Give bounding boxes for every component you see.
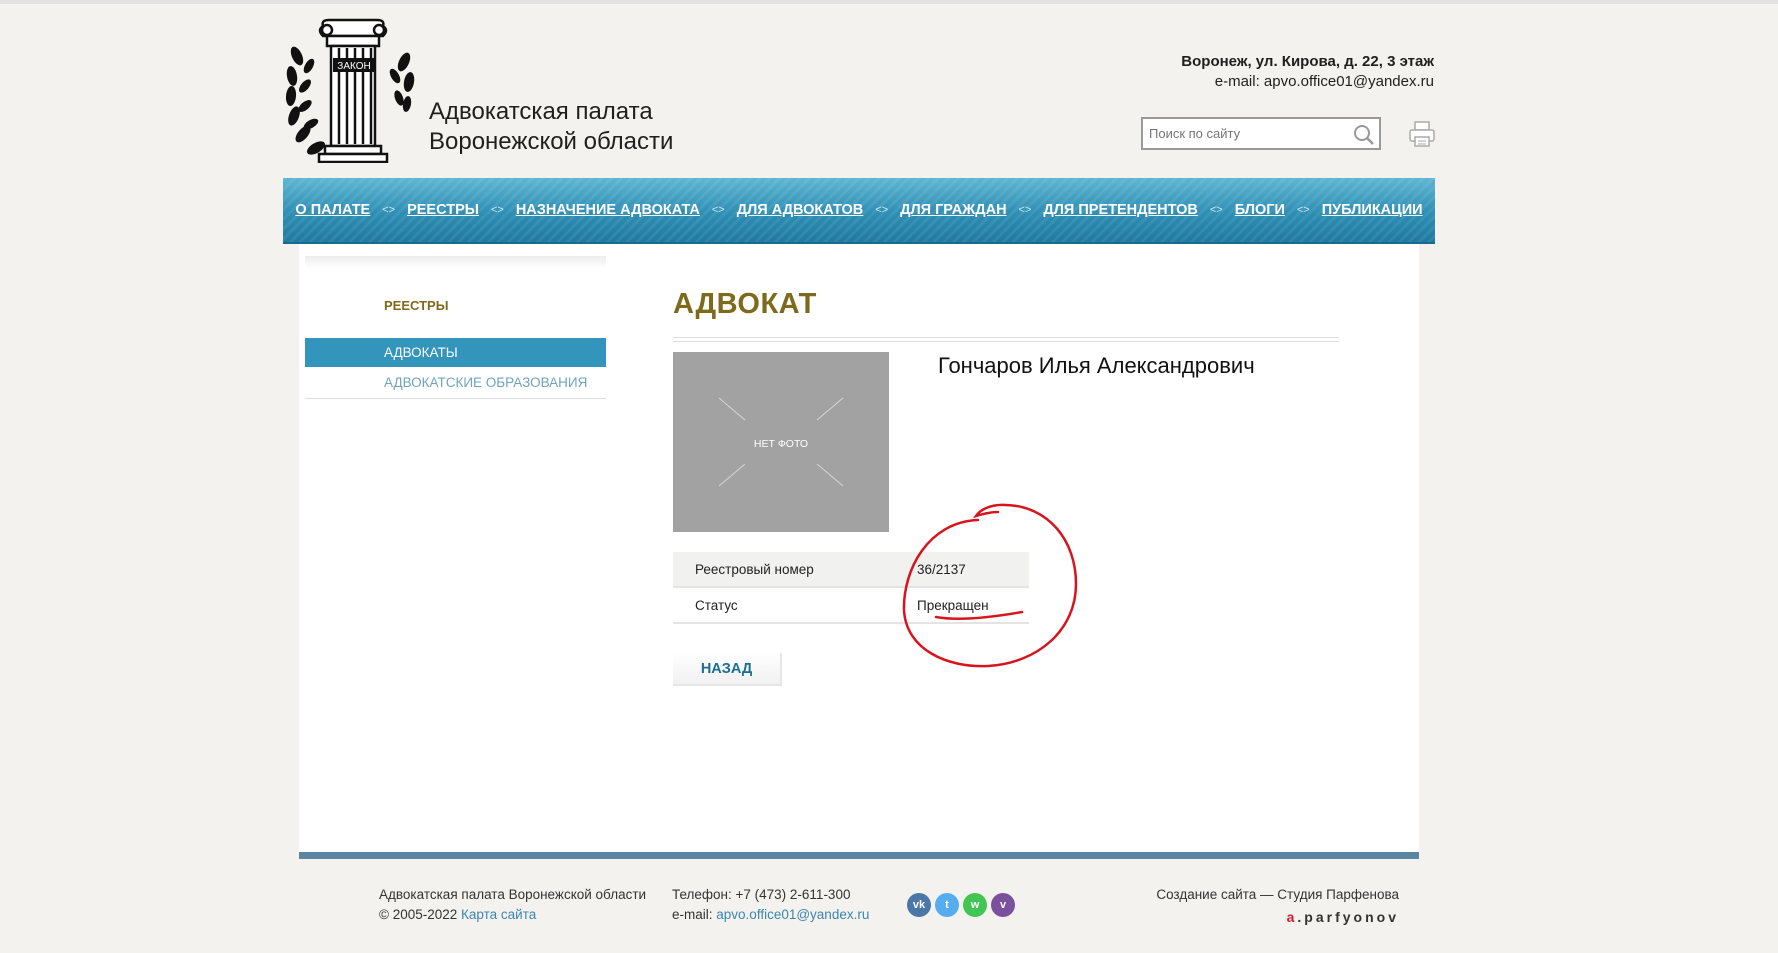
nav-item-about[interactable]: О ПАЛАТЕ (295, 202, 370, 218)
contact-block: Воронеж, ул. Кирова, д. 22, 3 этаж e-mai… (1181, 52, 1434, 92)
header-email: e-mail: apvo.office01@yandex.ru (1214, 73, 1434, 90)
footer-email-line: e-mail: apvo.office01@yandex.ru (672, 905, 869, 925)
nav-separator: <> (875, 204, 889, 216)
top-divider (0, 0, 1778, 4)
status-label: Статус (673, 587, 917, 624)
status-value: Прекращен (917, 587, 1029, 624)
nav-separator: <> (711, 204, 725, 216)
site-credit[interactable]: Создание сайта — Студия Парфенова (1156, 885, 1399, 905)
sidebar-item-law-firms[interactable]: АДВОКАТСКИЕ ОБРАЗОВАНИЯ (384, 375, 587, 390)
footer-org-block: Адвокатская палата Воронежской области ©… (379, 885, 646, 925)
main-nav: О ПАЛАТЕ <> РЕЕСТРЫ <> НАЗНАЧЕНИЕ АДВОКА… (283, 178, 1435, 244)
studio-brand-logo[interactable]: a.parfyonov (1156, 907, 1399, 927)
no-photo-placeholder: НЕТ ФОТО (673, 352, 889, 532)
search-icon[interactable] (1353, 124, 1375, 146)
back-button[interactable]: НАЗАД (673, 653, 782, 686)
footer-copyright-line: © 2005-2022 Карта сайта (379, 905, 646, 925)
nav-item-appoint-lawyer[interactable]: НАЗНАЧЕНИЕ АДВОКАТА (516, 202, 700, 218)
nav-item-for-lawyers[interactable]: ДЛЯ АДВОКАТОВ (737, 202, 864, 218)
lawyer-name: Гончаров Илья Александрович (938, 353, 1255, 378)
registry-number-label: Реестровый номер (673, 552, 917, 588)
lawyer-info-table: Реестровый номер 36/2137 Статус Прекраще… (673, 552, 1029, 624)
print-icon[interactable] (1408, 120, 1436, 148)
social-links: vk t w v (907, 893, 1015, 917)
nav-item-for-citizens[interactable]: ДЛЯ ГРАЖДАН (900, 202, 1006, 218)
whatsapp-icon[interactable]: w (963, 893, 987, 917)
no-photo-label: НЕТ ФОТО (753, 438, 809, 450)
address-text: Воронеж, ул. Кирова, д. 22, 3 этаж (1181, 53, 1434, 70)
search-input[interactable] (1143, 119, 1349, 148)
footer-divider (299, 852, 1419, 859)
title-divider (673, 337, 1339, 342)
footer-phone: Телефон: +7 (473) 2-611-300 (672, 887, 851, 902)
logo-banner-text: ЗАКОН (337, 61, 370, 72)
footer-org-name: Адвокатская палата Воронежской области (379, 887, 647, 902)
footer: Адвокатская палата Воронежской области ©… (299, 859, 1419, 953)
brand-letter: a (1286, 909, 1298, 925)
brand-name: .parfyonov (1297, 909, 1399, 925)
footer-contact-block: Телефон: +7 (473) 2-611-300 e-mail: apvo… (672, 885, 869, 925)
nav-separator: <> (1018, 204, 1032, 216)
nav-item-registries[interactable]: РЕЕСТРЫ (407, 202, 479, 218)
site-name-line2: Воронежской области (429, 128, 674, 155)
footer-credit-block: Создание сайта — Студия Парфенова a.parf… (1156, 885, 1399, 927)
nav-item-blogs[interactable]: БЛОГИ (1235, 202, 1285, 218)
site-name[interactable]: Адвокатская палата Воронежской области (429, 97, 673, 157)
nav-item-for-applicants[interactable]: ДЛЯ ПРЕТЕНДЕНТОВ (1043, 202, 1197, 218)
sidebar-divider (305, 398, 606, 399)
nav-separator: <> (1209, 204, 1223, 216)
table-row: Статус Прекращен (673, 587, 1029, 624)
nav-separator: <> (382, 204, 396, 216)
footer-email-link[interactable]: apvo.office01@yandex.ru (716, 907, 869, 922)
sidebar-shade (305, 256, 606, 268)
registry-number-value: 36/2137 (917, 552, 1029, 588)
search-box (1141, 117, 1381, 150)
twitter-icon[interactable]: t (935, 893, 959, 917)
nav-separator: <> (490, 204, 504, 216)
sitemap-link[interactable]: Карта сайта (461, 907, 536, 922)
page-title: АДВОКАТ (673, 288, 817, 320)
sidebar-item-lawyers[interactable]: АДВОКАТЫ (305, 338, 606, 367)
sidebar-title[interactable]: РЕЕСТРЫ (384, 298, 448, 313)
table-row: Реестровый номер 36/2137 (673, 552, 1029, 588)
sidebar: РЕЕСТРЫ АДВОКАТЫ АДВОКАТСКИЕ ОБРАЗОВАНИЯ (305, 256, 606, 401)
footer-copyright: © 2005-2022 (379, 907, 458, 922)
vk-icon[interactable]: vk (907, 893, 931, 917)
nav-item-publications[interactable]: ПУБЛИКАЦИИ (1322, 202, 1423, 218)
footer-email-label: e-mail: (672, 907, 713, 922)
site-name-line1: Адвокатская палата (429, 98, 653, 125)
viber-icon[interactable]: v (991, 893, 1015, 917)
nav-separator: <> (1296, 204, 1310, 216)
logo-column-icon[interactable]: ЗАКОН (283, 18, 418, 163)
